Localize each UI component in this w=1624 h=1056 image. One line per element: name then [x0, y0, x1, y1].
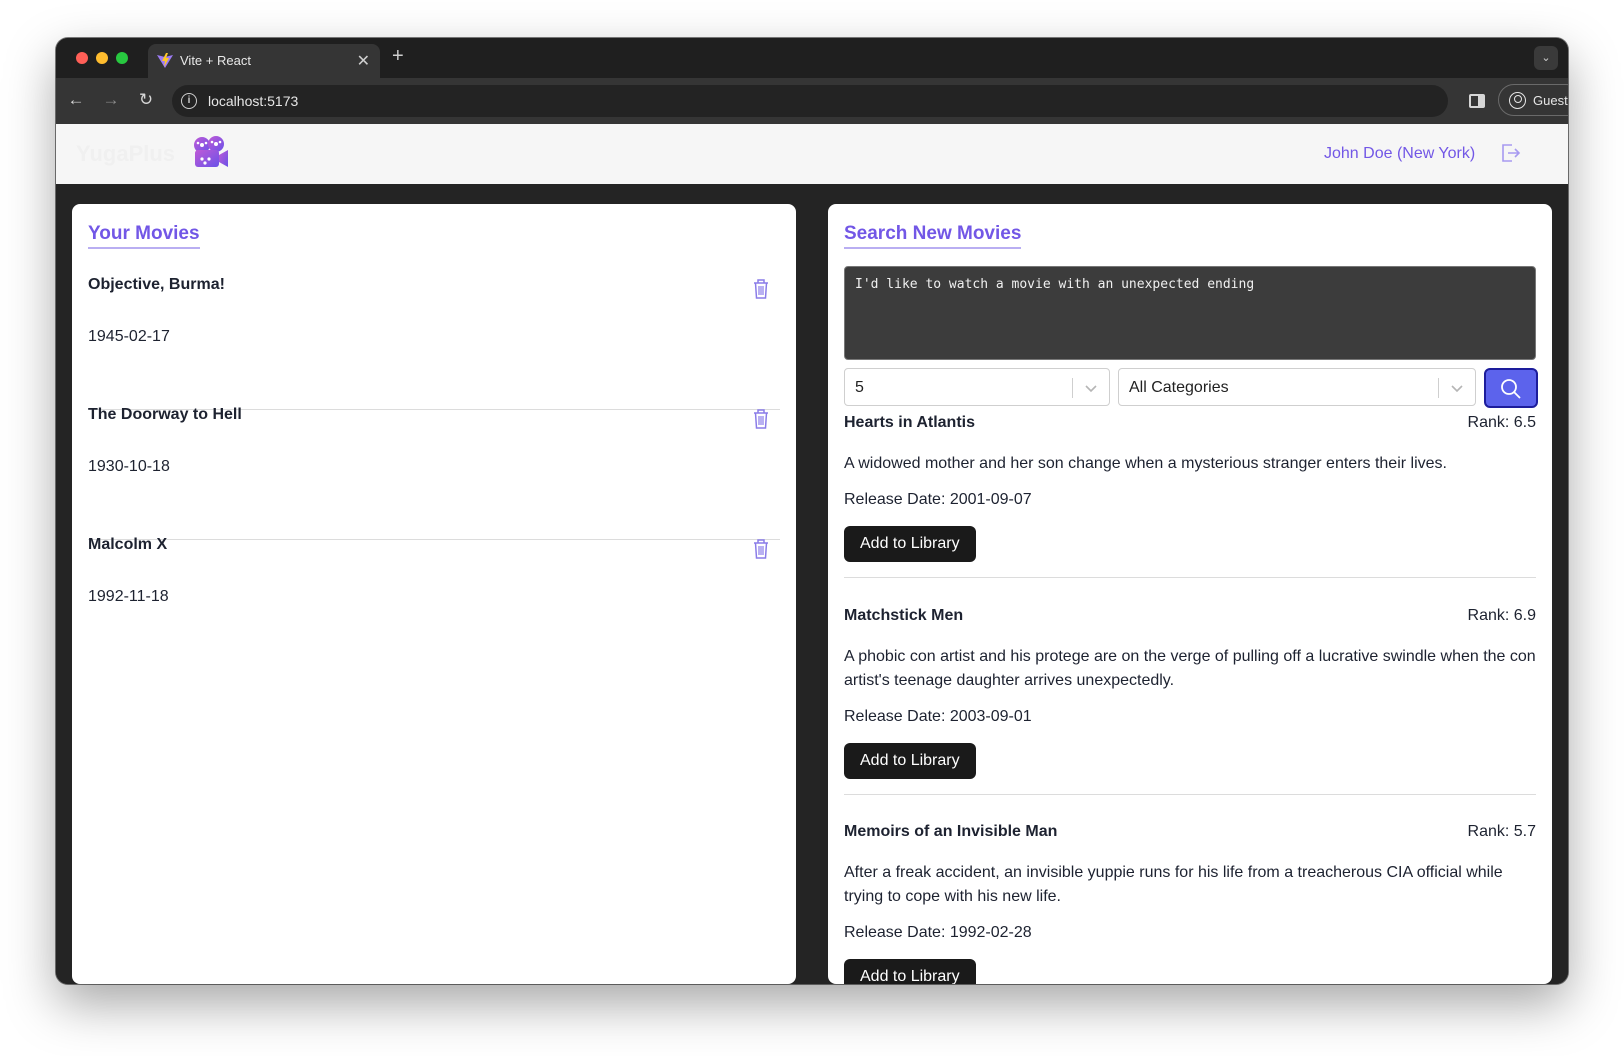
- brand-name: YugaPlus: [76, 141, 176, 166]
- library-item-title: Objective, Burma!: [88, 276, 225, 293]
- library-panel: Your Movies Objective, Burma! 1945-02-17…: [72, 204, 796, 984]
- library-heading: Your Movies: [88, 223, 200, 249]
- chevron-down-icon: [1085, 385, 1097, 393]
- reload-button[interactable]: ↻: [134, 88, 158, 112]
- search-heading: Search New Movies: [844, 223, 1022, 249]
- user-profile-link[interactable]: John Doe (New York): [1324, 145, 1475, 163]
- search-result: Matchstick Men Rank: 6.9 A phobic con ar…: [844, 607, 1536, 795]
- tab-search-button[interactable]: ⌄: [1534, 46, 1558, 70]
- result-description: After a freak accident, an invisible yup…: [844, 864, 1503, 905]
- library-item-date: 1945-02-17: [88, 328, 170, 345]
- maximize-window-button[interactable]: [116, 52, 128, 64]
- profile-icon: [1509, 92, 1526, 109]
- add-to-library-button[interactable]: Add to Library: [844, 526, 976, 562]
- browser-tab[interactable]: Vite + React ✕: [148, 44, 380, 78]
- library-item: The Doorway to Hell 1930-10-18: [88, 406, 780, 540]
- tab-strip: Vite + React ✕ + ⌄: [56, 38, 1568, 78]
- result-rank: Rank: 5.7: [1467, 823, 1536, 840]
- library-item: Objective, Burma! 1945-02-17: [88, 276, 780, 410]
- result-rank: Rank: 6.9: [1467, 607, 1536, 624]
- result-title: Hearts in Atlantis: [844, 414, 975, 431]
- vite-icon: [157, 53, 173, 68]
- trash-icon[interactable]: [752, 538, 770, 560]
- library-item: Malcolm X 1992-11-18: [88, 536, 780, 670]
- chevron-down-icon: [1451, 385, 1463, 393]
- minimize-window-button[interactable]: [96, 52, 108, 64]
- profile-label: Guest: [1533, 93, 1568, 108]
- result-count-value: 5: [855, 379, 864, 396]
- profile-button[interactable]: Guest: [1498, 84, 1568, 116]
- category-value: All Categories: [1129, 379, 1229, 396]
- browser-toolbar: ← → ↻ i localhost:5173 Guest ⋮: [56, 78, 1568, 124]
- category-select[interactable]: All Categories: [1118, 368, 1476, 406]
- result-release-date: Release Date: 1992-02-28: [844, 924, 1032, 941]
- trash-icon[interactable]: [752, 278, 770, 300]
- search-prompt-input[interactable]: I'd like to watch a movie with an unexpe…: [844, 266, 1536, 360]
- search-panel: Search New Movies I'd like to watch a mo…: [828, 204, 1552, 984]
- new-tab-button[interactable]: +: [392, 45, 404, 68]
- app-header: YugaPlus John Doe (New York): [56, 124, 1568, 184]
- close-window-button[interactable]: [76, 52, 88, 64]
- address-bar[interactable]: i localhost:5173: [172, 85, 1448, 117]
- result-release-date: Release Date: 2001-09-07: [844, 491, 1032, 508]
- library-item-date: 1992-11-18: [88, 588, 169, 605]
- search-result: Memoirs of an Invisible Man Rank: 5.7 Af…: [844, 823, 1536, 984]
- result-rank: Rank: 6.5: [1467, 414, 1536, 431]
- side-panel-icon[interactable]: [1469, 94, 1485, 108]
- result-description: A widowed mother and her son change when…: [844, 455, 1447, 472]
- result-count-select[interactable]: 5: [844, 368, 1110, 406]
- select-separator: [1072, 378, 1073, 398]
- result-release-date: Release Date: 2003-09-01: [844, 708, 1032, 725]
- add-to-library-button[interactable]: Add to Library: [844, 743, 976, 779]
- page-content: YugaPlus John Doe (New York) Your Movies…: [56, 124, 1568, 984]
- result-title: Matchstick Men: [844, 607, 964, 624]
- search-icon: [1501, 379, 1521, 399]
- result-description: A phobic con artist and his protege are …: [844, 648, 1536, 689]
- movie-camera-icon: [194, 136, 228, 167]
- trash-icon[interactable]: [752, 408, 770, 430]
- address-url[interactable]: localhost:5173: [208, 93, 298, 109]
- search-result: Hearts in Atlantis Rank: 6.5 A widowed m…: [844, 414, 1536, 578]
- result-title: Memoirs of an Invisible Man: [844, 823, 1058, 840]
- tab-title: Vite + React: [180, 53, 251, 68]
- search-button[interactable]: [1484, 368, 1538, 408]
- logout-icon[interactable]: [1499, 142, 1521, 164]
- back-button[interactable]: ←: [64, 88, 88, 112]
- forward-button[interactable]: →: [99, 88, 123, 112]
- browser-window: Vite + React ✕ + ⌄ ← → ↻ i localhost:517…: [56, 38, 1568, 984]
- library-item-date: 1930-10-18: [88, 458, 170, 475]
- library-item-title: The Doorway to Hell: [88, 406, 242, 423]
- add-to-library-button[interactable]: Add to Library: [844, 959, 976, 984]
- select-separator: [1438, 378, 1439, 398]
- library-item-title: Malcolm X: [88, 536, 168, 553]
- tab-close-icon[interactable]: ✕: [357, 51, 370, 71]
- site-info-icon[interactable]: i: [181, 93, 197, 109]
